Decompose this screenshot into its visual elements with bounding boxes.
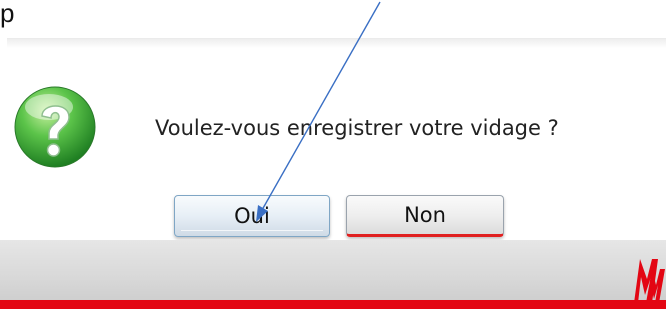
dialog-message: Voulez-vous enregistrer votre vidage ? <box>155 116 559 140</box>
caption-text: p <box>0 0 15 28</box>
no-button-label: Non <box>404 203 446 227</box>
no-button[interactable]: Non <box>346 195 504 237</box>
yes-button[interactable]: Oui <box>174 195 330 237</box>
yes-button-label: Oui <box>234 204 270 228</box>
brand-logo-icon <box>634 259 665 303</box>
footer-bar <box>0 240 666 300</box>
help-question-icon <box>14 86 96 168</box>
brand-red-stripe <box>0 300 666 309</box>
dialog-top-shadow <box>7 38 666 48</box>
